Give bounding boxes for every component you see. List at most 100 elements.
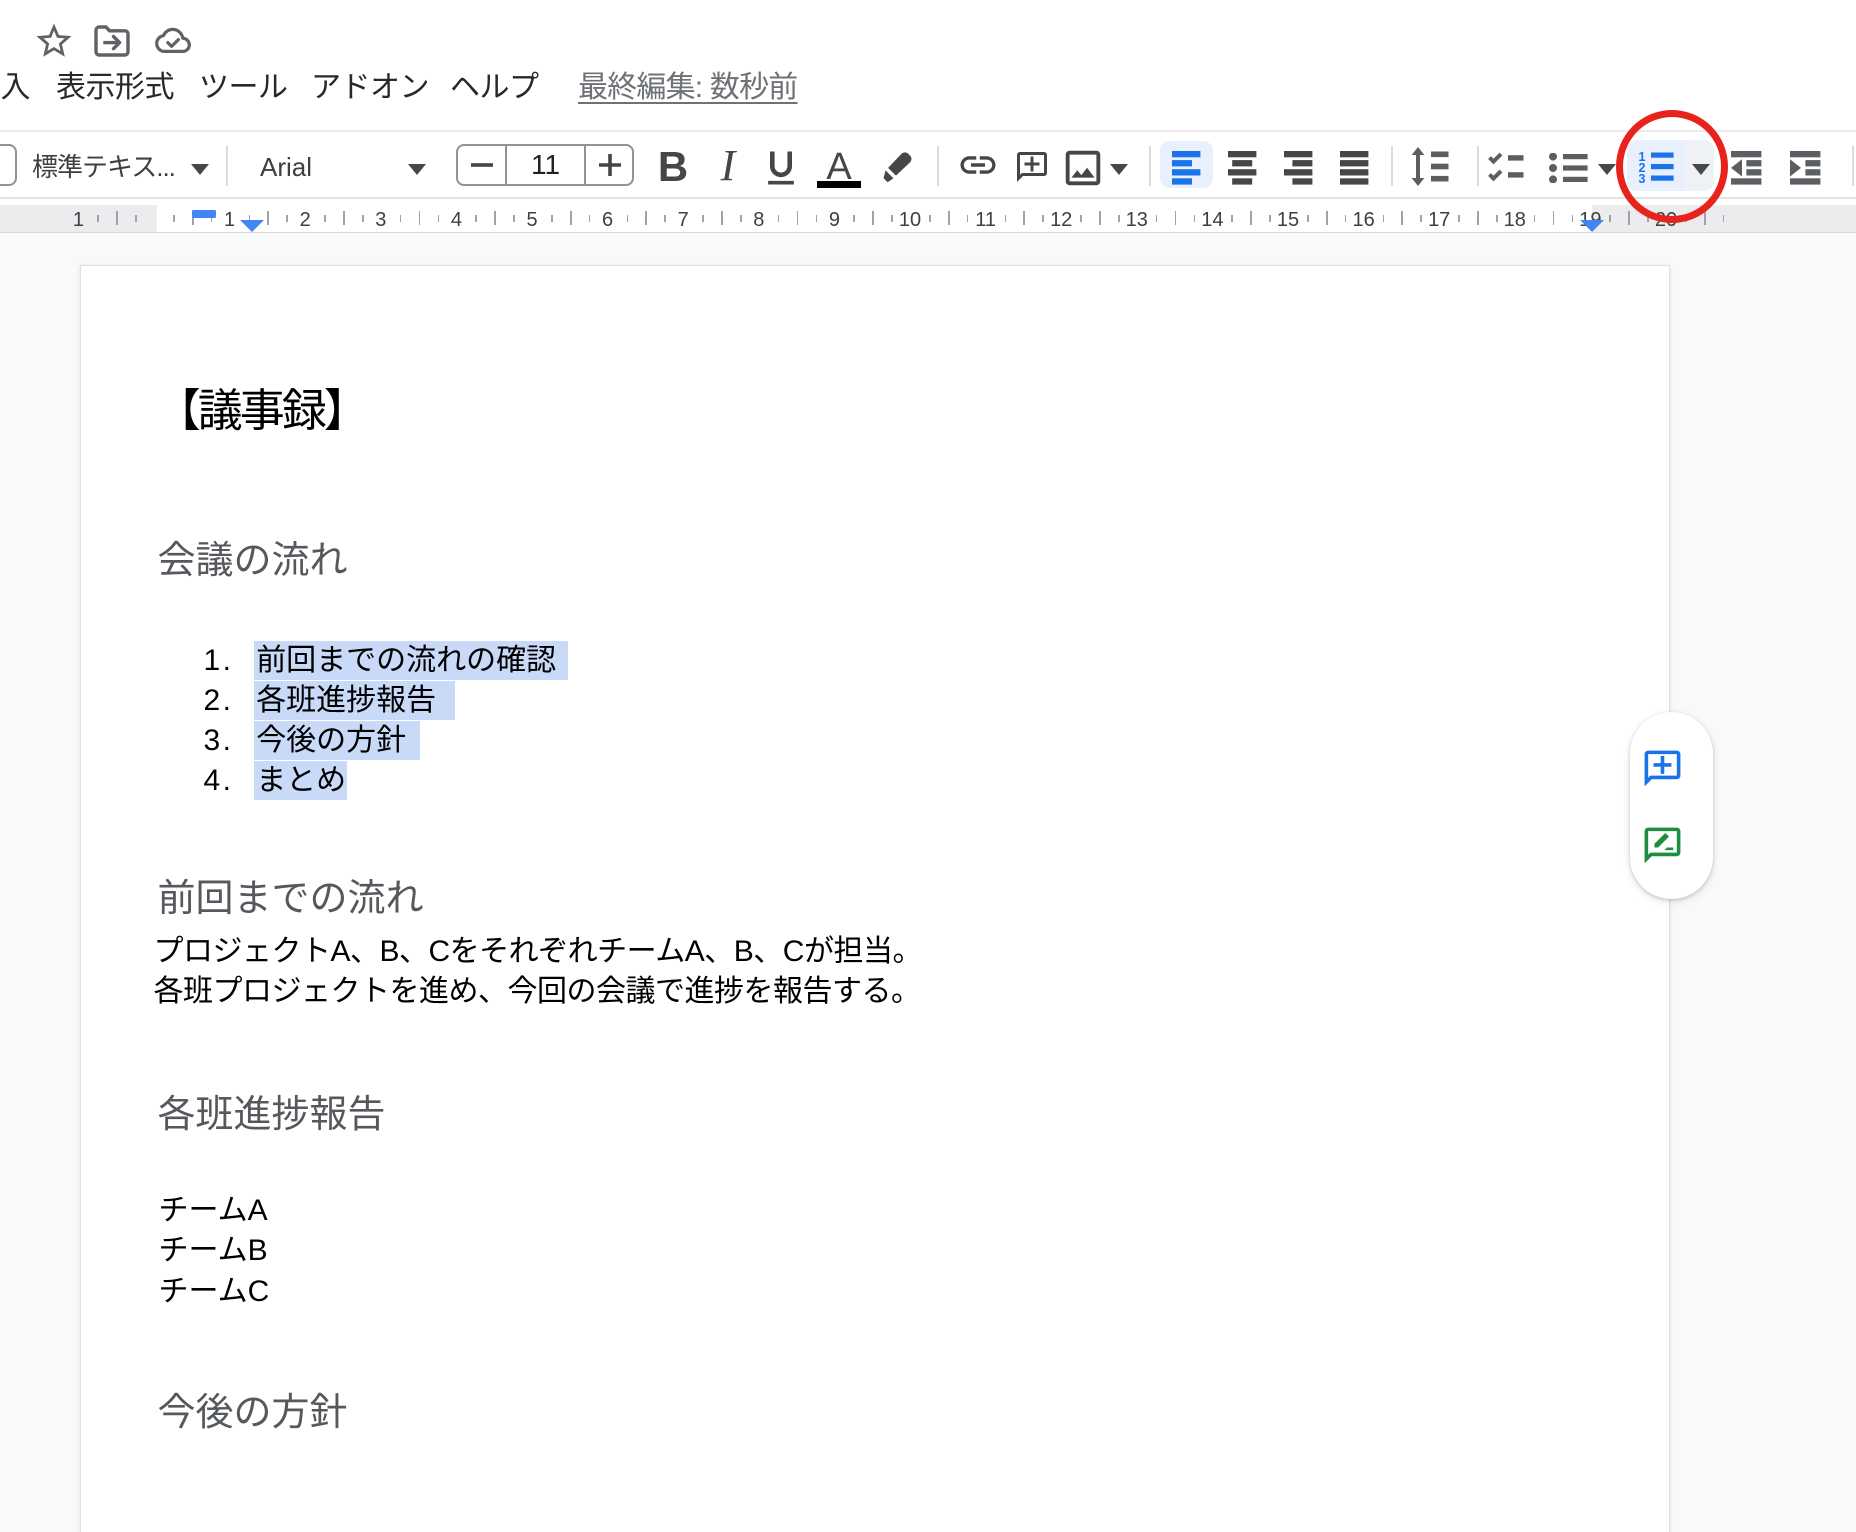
indent-decrease-button[interactable] (1731, 151, 1762, 185)
insert-link-button[interactable] (957, 144, 999, 186)
text-color-button[interactable]: A (817, 146, 861, 186)
zoom-select-partial[interactable] (0, 144, 17, 186)
doc-title[interactable]: 【議事録】 (156, 385, 366, 437)
last-edit-status[interactable]: 最終編集: 数秒前 (578, 70, 797, 106)
ruler-number: 18 (1504, 207, 1526, 234)
ruler-tick (267, 211, 269, 225)
font-selector[interactable]: Arial (260, 153, 312, 181)
ruler[interactable]: 11234567891011121314151617181920 (0, 199, 1856, 233)
ruler-tick (1042, 215, 1044, 222)
first-line-indent-marker[interactable] (192, 210, 216, 218)
ruler-tick (853, 215, 855, 222)
ruler-tick (1156, 215, 1158, 222)
add-comment-button[interactable] (1641, 747, 1684, 790)
toolbar: 標準テキス... Arial 11 B I A (0, 132, 1856, 198)
list-number: 3. (204, 721, 234, 760)
list-text-selected[interactable]: 前回までの流れの確認 (254, 641, 569, 680)
menu-format[interactable]: 表示形式 (56, 70, 174, 106)
toolbar-separator (1852, 146, 1854, 186)
font-dropdown-arrow-icon[interactable] (408, 164, 426, 175)
doc-paragraph[interactable]: プロジェクトA、B、CをそれぞれチームA、B、Cが担当。 各班プロジェクトを進め… (154, 932, 922, 1012)
ruler-tick (740, 215, 742, 222)
list-text-selected[interactable]: まとめ (254, 761, 347, 800)
ruler-number: 17 (1428, 207, 1450, 234)
ruler-tick (1250, 211, 1252, 225)
style-dropdown-arrow-icon[interactable] (191, 164, 209, 175)
doc-heading-kakuhan[interactable]: 各班進捗報告 (158, 1092, 386, 1138)
side-action-pill (1630, 712, 1713, 899)
doc-list-item[interactable]: 4. まとめ (0, 761, 1600, 800)
line-spacing-button[interactable] (1411, 147, 1449, 186)
right-indent-marker[interactable] (1580, 220, 1604, 232)
checklist-button[interactable] (1488, 152, 1524, 183)
ruler-tick (419, 211, 421, 225)
ruler-tick (173, 215, 175, 222)
ruler-number: 2 (300, 207, 311, 234)
list-text-selected[interactable]: 各班進捗報告 (254, 681, 456, 720)
doc-team-line: チームA (159, 1191, 270, 1232)
suggest-edits-button[interactable] (1641, 824, 1684, 867)
font-size-control: 11 (456, 144, 634, 186)
ruler-tick (1609, 215, 1611, 222)
align-left-button[interactable] (1172, 151, 1201, 185)
ruler-tick (589, 215, 591, 222)
doc-team-lines[interactable]: チームA チームB チームC (159, 1191, 270, 1313)
ruler-tick (324, 215, 326, 222)
doc-heading-kaigi[interactable]: 会議の流れ (158, 538, 348, 584)
doc-team-line: チームB (159, 1231, 270, 1272)
left-indent-marker[interactable] (240, 220, 264, 232)
annotation-red-circle (1616, 110, 1728, 223)
list-text-selected[interactable]: 今後の方針 (254, 721, 421, 760)
ruler-number: 16 (1352, 207, 1374, 234)
bulleted-list-button[interactable] (1549, 153, 1588, 183)
ruler-number: 12 (1050, 207, 1072, 234)
ruler-tick (1458, 215, 1460, 222)
align-justify-button[interactable] (1340, 151, 1369, 185)
underline-button[interactable] (759, 146, 803, 190)
ruler-number: 14 (1201, 207, 1223, 234)
bold-button[interactable]: B (654, 146, 692, 188)
menu-tools[interactable]: ツール (199, 70, 288, 106)
ruler-number: 3 (375, 207, 386, 234)
doc-heading-zenkai[interactable]: 前回までの流れ (158, 876, 424, 922)
image-dropdown-arrow-icon[interactable] (1110, 164, 1128, 175)
add-comment-button[interactable] (1014, 149, 1050, 185)
doc-heading-kongo[interactable]: 今後の方針 (158, 1390, 348, 1436)
ruler-tick (116, 211, 118, 225)
ruler-tick (551, 215, 553, 222)
align-right-button[interactable] (1284, 151, 1313, 185)
move-folder-icon[interactable] (94, 25, 130, 57)
font-size-value[interactable]: 11 (507, 151, 584, 179)
toolbar-separator (937, 146, 939, 186)
star-icon[interactable] (33, 20, 75, 62)
ruler-tick (1534, 215, 1536, 222)
font-size-increase-icon[interactable] (599, 154, 621, 176)
doc-list-item[interactable]: 3. 今後の方針 (0, 721, 1600, 760)
ruler-number: 6 (602, 207, 613, 234)
ruler-tick (1175, 211, 1177, 225)
highlight-color-button[interactable] (883, 151, 917, 184)
font-size-decrease-icon[interactable] (471, 154, 493, 176)
doc-list-item[interactable]: 1. 前回までの流れの確認 (0, 641, 1600, 680)
style-selector[interactable]: 標準テキス... (32, 153, 175, 181)
ruler-number: 15 (1277, 207, 1299, 234)
doc-list-item[interactable]: 2. 各班進捗報告 (0, 681, 1600, 720)
menu-addons[interactable]: アドオン (311, 70, 429, 106)
indent-increase-button[interactable] (1790, 151, 1821, 185)
menu-help[interactable]: ヘルプ (450, 70, 539, 106)
menu-insert[interactable]: 挿入 (0, 70, 30, 106)
ruler-tick (135, 215, 137, 222)
list-number: 4. (204, 761, 234, 800)
bulleted-list-arrow-icon[interactable] (1598, 164, 1616, 175)
italic-button[interactable]: I (710, 144, 746, 188)
ruler-tick (816, 215, 818, 222)
align-center-button[interactable] (1228, 151, 1257, 185)
ruler-tick (1401, 211, 1403, 225)
insert-image-button[interactable] (1060, 145, 1106, 187)
ruler-tick (702, 215, 704, 222)
list-number: 1. (204, 641, 234, 680)
toolbar-separator (1391, 146, 1393, 186)
doc-paragraph-line: プロジェクトA、B、CをそれぞれチームA、B、Cが担当。 (154, 932, 922, 972)
ruler-tick (627, 215, 629, 222)
ruler-tick (1420, 215, 1422, 222)
